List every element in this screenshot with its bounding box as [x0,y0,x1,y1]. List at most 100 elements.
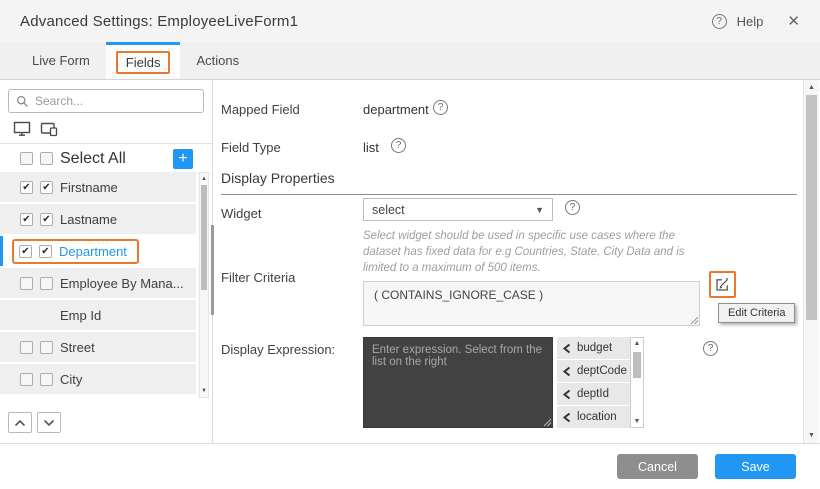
select-all-web-checkbox[interactable] [20,152,33,165]
web-checkbox[interactable] [20,373,33,386]
field-type-help-icon[interactable]: ? [391,138,406,153]
save-button[interactable]: Save [715,454,796,479]
expression-field-label: deptId [577,388,609,400]
display-expression-input[interactable] [363,337,553,428]
mapped-field-label: Mapped Field [221,102,300,117]
widget-label: Widget [221,206,261,221]
web-checkbox[interactable] [20,341,33,354]
field-row-firstname[interactable]: Firstname [0,172,196,202]
field-label: Firstname [60,180,118,195]
field-type-value: list [363,140,379,155]
tab-fields-label: Fields [116,51,171,74]
field-row-emp-id[interactable]: Emp Id [0,300,196,330]
field-properties-panel: Mapped Field department ? Field Type lis… [213,80,820,443]
field-label: Street [60,340,95,355]
expression-list-scrollbar[interactable]: ▲ ▼ [630,337,644,428]
field-row-employee-by-manager[interactable]: Employee By Mana... [0,268,196,298]
field-label: Lastname [60,212,117,227]
field-label: City [60,372,82,387]
filter-criteria-label: Filter Criteria [221,270,295,285]
mobile-checkbox[interactable] [39,245,52,258]
mobile-tablet-icon[interactable] [40,121,59,137]
move-up-button[interactable] [8,412,32,433]
search-input[interactable] [35,94,196,108]
main-panel-scrollbar[interactable]: ▲ ▼ [803,80,819,443]
panel-resize-handle[interactable] [211,225,214,315]
desktop-icon[interactable] [13,121,31,137]
display-expression-help-icon[interactable]: ? [703,341,718,356]
expression-field-location[interactable]: location [557,406,630,428]
select-all-mobile-checkbox[interactable] [40,152,53,165]
widget-help-text: Select widget should be used in specific… [363,228,715,276]
advanced-settings-dialog: Advanced Settings: EmployeeLiveForm1 ? H… [0,0,820,489]
mapped-field-help-icon[interactable]: ? [433,100,448,115]
widget-select-value: select [372,203,405,217]
search-box [8,89,204,113]
field-list-scrollbar[interactable]: ▲ ▼ [199,172,209,398]
move-down-button[interactable] [37,412,61,433]
tab-bar: Live Form Fields Actions [0,42,820,80]
field-list: Firstname Lastname Department [0,172,212,398]
expression-field-label: deptCode [577,365,627,377]
department-highlight-box: Department [12,239,139,264]
tab-live-form[interactable]: Live Form [16,42,106,79]
scrollbar-thumb[interactable] [806,95,817,320]
filter-criteria-input[interactable]: ( CONTAINS_IGNORE_CASE ) [363,281,700,326]
scrollbar-thumb[interactable] [633,352,641,378]
scroll-down-icon[interactable]: ▼ [200,386,208,396]
mapped-field-value: department [363,102,429,117]
device-toggle-row [0,113,212,144]
page-title: Advanced Settings: EmployeeLiveForm1 [20,13,298,30]
mobile-checkbox[interactable] [40,373,53,386]
expression-field-budget[interactable]: budget [557,337,630,359]
mobile-checkbox[interactable] [40,277,53,290]
cancel-button[interactable]: Cancel [617,454,698,479]
search-icon [16,95,29,108]
scroll-up-icon[interactable]: ▲ [631,340,643,347]
scroll-down-icon[interactable]: ▼ [631,418,643,425]
reorder-buttons [8,412,61,433]
add-field-button[interactable]: + [173,149,193,169]
scroll-up-icon[interactable]: ▲ [200,174,208,184]
tab-actions[interactable]: Actions [180,42,255,79]
field-row-lastname[interactable]: Lastname [0,204,196,234]
field-row-department[interactable]: Department [0,236,196,266]
widget-help-icon[interactable]: ? [565,200,580,215]
close-icon[interactable]: ✕ [787,12,800,30]
web-checkbox[interactable] [20,213,33,226]
mobile-checkbox[interactable] [40,213,53,226]
expression-field-list: budget deptCode deptId location [557,337,630,429]
chevron-down-icon: ▼ [535,205,544,215]
field-row-street[interactable]: Street [0,332,196,362]
field-label: Department [59,244,127,259]
scroll-up-icon[interactable]: ▲ [804,84,819,91]
expression-field-label: location [577,411,617,423]
display-expression-label: Display Expression: [221,342,335,357]
help-link[interactable]: Help [737,14,764,29]
web-checkbox[interactable] [20,181,33,194]
mobile-checkbox[interactable] [40,341,53,354]
dialog-header: Advanced Settings: EmployeeLiveForm1 ? H… [0,0,820,42]
tab-fields[interactable]: Fields [106,42,181,79]
field-label: Employee By Mana... [60,276,184,291]
scrollbar-thumb[interactable] [201,185,207,290]
web-checkbox[interactable] [19,245,32,258]
edit-criteria-tooltip: Edit Criteria [718,303,795,323]
field-label: Emp Id [60,308,101,323]
expression-field-deptid[interactable]: deptId [557,383,630,405]
display-properties-heading: Display Properties [221,170,797,195]
help-icon[interactable]: ? [712,14,727,29]
fields-sidebar: Select All + Firstname Lastname [0,80,213,443]
select-all-row: Select All + [0,144,212,174]
scroll-down-icon[interactable]: ▼ [804,432,819,439]
widget-select[interactable]: select ▼ [363,198,553,221]
edit-criteria-button[interactable] [709,271,736,298]
expression-field-label: budget [577,342,612,354]
field-type-label: Field Type [221,140,281,155]
expression-field-deptcode[interactable]: deptCode [557,360,630,382]
select-all-label: Select All [60,150,126,168]
field-row-city[interactable]: City [0,364,196,394]
web-checkbox[interactable] [20,277,33,290]
mobile-checkbox[interactable] [40,181,53,194]
dialog-footer: Cancel Save [0,443,820,489]
